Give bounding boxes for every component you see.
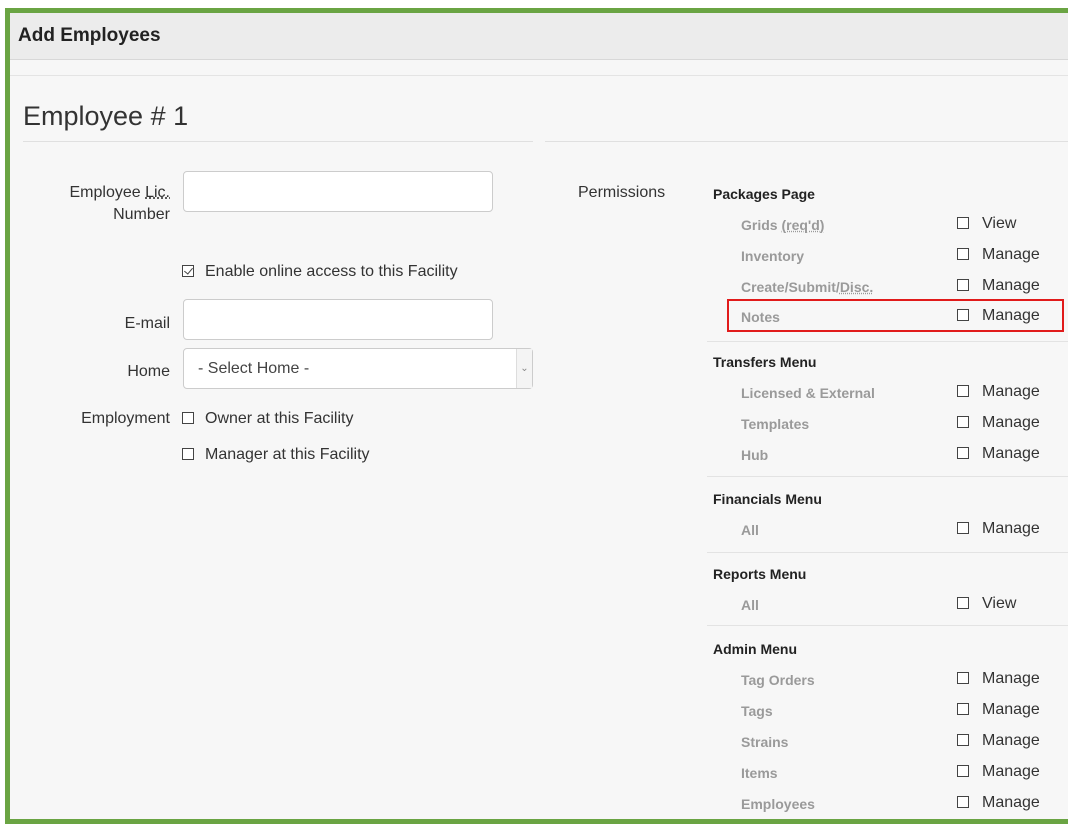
email-input[interactable] [183, 299, 493, 340]
perm-employees-box[interactable] [957, 796, 969, 808]
perm-hub-box[interactable] [957, 447, 969, 459]
perm-licensed-box[interactable] [957, 385, 969, 397]
perm-items-box[interactable] [957, 765, 969, 777]
perm-licensed-option: Manage [982, 383, 1040, 400]
perm-strains-checkbox[interactable]: Manage [957, 732, 1040, 750]
perm-reports-option: View [982, 595, 1017, 612]
home-select-value: - Select Home - [198, 360, 310, 377]
employment-label: Employment [81, 410, 170, 427]
home-select[interactable]: - Select Home - ⌄ [183, 348, 533, 389]
perm-financials-option: Manage [982, 520, 1040, 537]
manager-label: Manager at this Facility [205, 446, 370, 463]
perm-tags: Tags [741, 703, 773, 719]
perm-reports-all-checkbox[interactable]: View [957, 595, 1016, 613]
perm-tags-box[interactable] [957, 703, 969, 715]
perm-templates: Templates [741, 416, 810, 432]
perm-templates-box[interactable] [957, 416, 969, 428]
perm-hub-option: Manage [982, 445, 1040, 462]
license-number-label: Employee Lic. Number [32, 182, 171, 226]
group-separator [707, 625, 1068, 626]
perm-employees-option: Manage [982, 794, 1040, 811]
perm-inventory-checkbox[interactable]: Manage [957, 246, 1040, 264]
license-label-suffix: Number [113, 206, 170, 223]
perm-reports-all: All [741, 597, 759, 613]
perm-create-box[interactable] [957, 279, 969, 291]
perm-inventory: Inventory [741, 248, 805, 264]
perm-inventory-option: Manage [982, 246, 1040, 263]
perm-create-submit-disc-checkbox[interactable]: Manage [957, 277, 1040, 295]
perm-grids-option: View [982, 215, 1017, 232]
perm-items-checkbox[interactable]: Manage [957, 763, 1040, 781]
online-access-label: Enable online access to this Facility [205, 263, 458, 280]
left-divider [23, 141, 533, 142]
perm-grids-abbr: (req'd) [781, 217, 825, 233]
add-employees-panel: Add Employees Employee # 1 Employee Lic.… [5, 8, 1068, 824]
perm-tag-orders-option: Manage [982, 670, 1040, 687]
perm-inventory-box[interactable] [957, 248, 969, 260]
perm-strains-box[interactable] [957, 734, 969, 746]
perm-employees-checkbox[interactable]: Manage [957, 794, 1040, 812]
perm-templates-checkbox[interactable]: Manage [957, 414, 1040, 432]
license-number-input[interactable] [183, 171, 493, 212]
perm-reports-box[interactable] [957, 597, 969, 609]
perm-items-option: Manage [982, 763, 1040, 780]
perm-tag-orders-box[interactable] [957, 672, 969, 684]
notes-highlight-box [727, 299, 1064, 332]
perm-create-prefix: Create/Submit/ [741, 279, 840, 295]
perm-hub: Hub [741, 447, 769, 463]
perm-financials-box[interactable] [957, 522, 969, 534]
perm-strains: Strains [741, 734, 789, 750]
group-transfers-menu: Transfers Menu [713, 354, 817, 370]
online-access-checkbox[interactable]: Enable online access to this Facility [182, 263, 458, 281]
license-label-prefix: Employee [69, 184, 146, 201]
perm-templates-option: Manage [982, 414, 1040, 431]
group-separator [707, 552, 1068, 553]
perm-create-submit-disc: Create/Submit/Disc. [741, 279, 873, 295]
panel-title: Add Employees [18, 25, 161, 46]
group-separator [707, 476, 1068, 477]
perm-tag-orders: Tag Orders [741, 672, 815, 688]
home-label: Home [127, 363, 170, 380]
perm-tags-option: Manage [982, 701, 1040, 718]
group-separator [707, 341, 1068, 342]
manager-box[interactable] [182, 448, 194, 460]
manager-checkbox[interactable]: Manager at this Facility [182, 446, 370, 464]
perm-items: Items [741, 765, 778, 781]
perm-grids-checkbox[interactable]: View [957, 215, 1016, 233]
perm-create-abbr: Disc. [839, 279, 874, 295]
header-divider [10, 75, 1068, 76]
perm-tag-orders-checkbox[interactable]: Manage [957, 670, 1040, 688]
perm-financials-all-checkbox[interactable]: Manage [957, 520, 1040, 538]
perm-grids-box[interactable] [957, 217, 969, 229]
panel-header: Add Employees [10, 13, 1068, 60]
perm-strains-option: Manage [982, 732, 1040, 749]
license-abbr: Lic. [145, 184, 170, 201]
email-label: E-mail [124, 315, 170, 332]
perm-tags-checkbox[interactable]: Manage [957, 701, 1040, 719]
chevron-down-icon[interactable]: ⌄ [516, 349, 532, 388]
group-packages-page: Packages Page [713, 186, 815, 202]
perm-employees: Employees [741, 796, 815, 812]
perm-financials-all: All [741, 522, 759, 538]
group-admin-menu: Admin Menu [713, 641, 797, 657]
perm-grids-prefix: Grids [741, 217, 782, 233]
perm-licensed-external: Licensed & External [741, 385, 875, 401]
perm-grids: Grids (req'd) [741, 217, 824, 233]
owner-label: Owner at this Facility [205, 410, 354, 427]
right-divider [545, 141, 1068, 142]
group-financials-menu: Financials Menu [713, 491, 822, 507]
perm-licensed-external-checkbox[interactable]: Manage [957, 383, 1040, 401]
employee-heading: Employee # 1 [23, 101, 189, 131]
permissions-label: Permissions [578, 184, 666, 201]
owner-box[interactable] [182, 412, 194, 424]
perm-create-option: Manage [982, 277, 1040, 294]
online-access-box[interactable] [182, 265, 194, 277]
group-reports-menu: Reports Menu [713, 566, 807, 582]
owner-checkbox[interactable]: Owner at this Facility [182, 410, 353, 428]
perm-hub-checkbox[interactable]: Manage [957, 445, 1040, 463]
